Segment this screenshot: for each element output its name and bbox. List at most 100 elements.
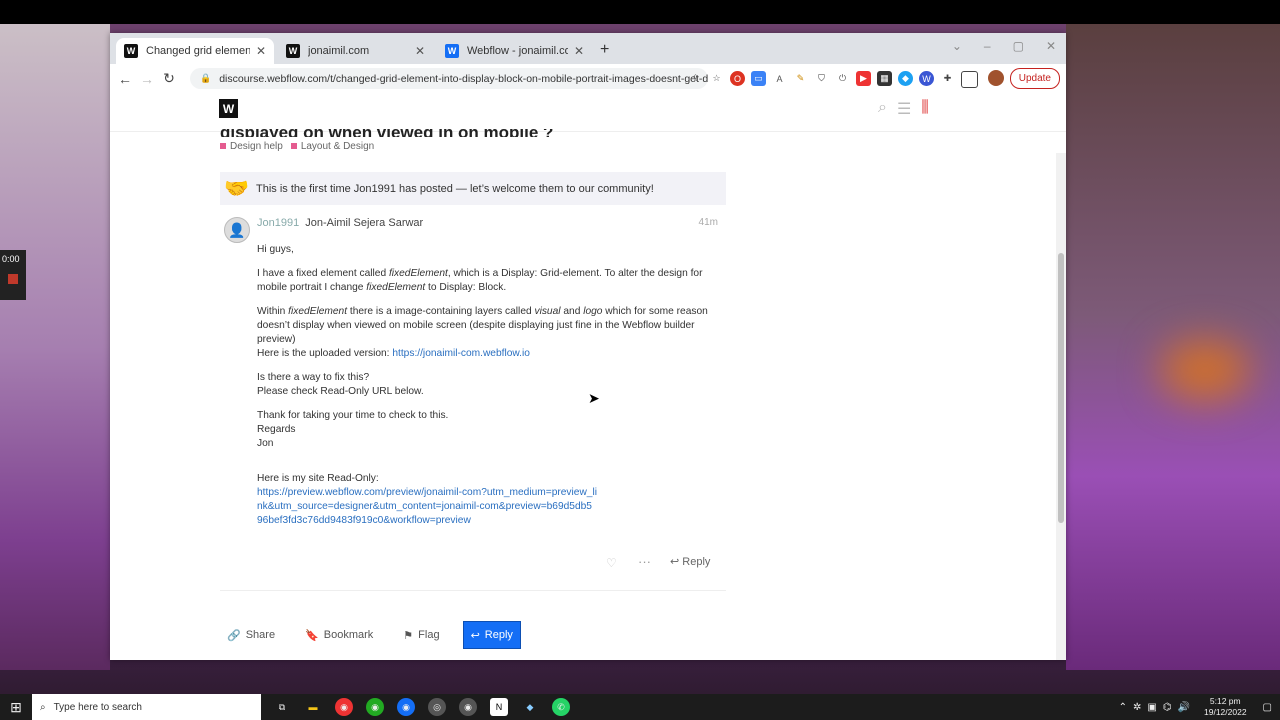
close-tab-icon[interactable]: ✕ [574,44,584,58]
more-icon[interactable]: ··· [638,554,651,569]
taskbar-search[interactable]: ⌕ Type here to search [32,694,261,720]
screen-top-bar [0,0,1280,24]
file-explorer-icon[interactable]: ▬ [304,698,322,716]
volume-icon[interactable]: 🔊 [1178,702,1190,713]
webflow-extension-icon[interactable]: W [919,71,934,86]
address-bar[interactable]: 🔒 discourse.webflow.com/t/changed-grid-e… [190,68,708,89]
tray-gear-icon[interactable]: ✲ [1133,702,1141,713]
bookmark-button[interactable]: 🔖 Bookmark [298,622,380,648]
profile-avatar[interactable] [988,70,1004,86]
grid-extension-icon[interactable]: ▦ [877,71,892,86]
window-controls: ⌄ – ▢ ✕ [952,39,1056,53]
topic-title: displayed on when viewed in on mobile ? [220,129,726,137]
wallpaper-left [0,24,110,670]
opera-extension-icon[interactable]: O [730,71,745,86]
notion-icon[interactable]: N [490,698,508,716]
shield-extension-icon[interactable]: ⛉ [814,71,829,86]
reply-button[interactable]: ↩ Reply [462,621,521,649]
close-tab-icon[interactable]: ✕ [415,44,425,58]
vertical-scrollbar[interactable] [1056,153,1066,660]
translate-extension-icon[interactable]: A [772,71,787,86]
network-icon[interactable]: ⌬ [1163,702,1172,713]
tab-webflow[interactable]: W Webflow - jonaimil.com ✕ [437,38,592,64]
share-button[interactable]: 🔗 Share [220,622,282,648]
blue-extension-icon[interactable]: ◆ [898,71,913,86]
first-post-banner: 🤝 This is the first time Jon1991 has pos… [220,172,726,205]
link-icon: 🔗 [227,629,241,642]
url-text: discourse.webflow.com/t/changed-grid-ele… [219,72,708,85]
tray-app-icon[interactable]: ▣ [1147,702,1156,713]
scrollbar-thumb[interactable] [1058,253,1064,523]
windows-start-icon[interactable]: ⊞ [0,699,32,716]
progress-bars-icon[interactable]: ⫼ [921,99,928,119]
user-avatar[interactable]: 👤 [224,217,250,243]
browser-window: W Changed grid element into Displ... ✕ W… [110,33,1066,660]
update-button[interactable]: Update [1009,68,1060,89]
system-tray: ⌃ ✲ ▣ ⌬ 🔊 5:12 pm 19/12/2022 ▢ [1119,696,1280,718]
youtube-extension-icon[interactable]: ▶ [856,71,871,86]
uploaded-version-link[interactable]: https://jonaimil-com.webflow.io [392,348,530,359]
chevron-down-icon[interactable]: ⌄ [952,39,962,53]
minimize-icon[interactable]: – [984,39,991,53]
app-icon[interactable]: ◎ [428,698,446,716]
bookmark-star-icon[interactable]: ☆ [709,71,724,86]
clock-date: 19/12/2022 [1204,707,1247,717]
forward-icon[interactable]: → [136,71,158,87]
close-window-icon[interactable]: ✕ [1046,39,1056,53]
category-list: Design help Layout & Design [220,141,726,152]
post-username[interactable]: Jon1991 [257,217,299,229]
clock[interactable]: 5:12 pm 19/12/2022 [1204,696,1247,718]
blue-app-icon[interactable]: ◉ [397,698,415,716]
browser-toolbar: ← → ↻ 🔒 discourse.webflow.com/t/changed-… [110,64,1066,94]
tab-title: Changed grid element into Displ... [146,45,250,57]
puzzle-extensions-icon[interactable]: ✚ [940,71,955,86]
notes-app-icon[interactable]: ◆ [521,698,539,716]
category-layout-design[interactable]: Layout & Design [290,141,374,152]
category-design-help[interactable]: Design help [220,141,283,152]
topic-content: displayed on when viewed in on mobile ? … [220,129,726,649]
discourse-page: W ⌕ ☰ ⫼ displayed on when viewed in on m… [110,93,1066,660]
new-tab-icon[interactable]: + [600,41,609,59]
sidebar-icon[interactable] [961,71,978,88]
post-reply-button[interactable]: ↩ Reply [670,555,710,568]
close-tab-icon[interactable]: ✕ [256,44,266,58]
post-age[interactable]: 41m [699,217,718,229]
wallpaper-right [1066,24,1280,670]
power-extension-icon[interactable]: ⏻ [835,71,850,86]
back-icon[interactable]: ← [114,71,136,87]
share-page-icon[interactable]: ⇪ [688,71,703,86]
read-only-link[interactable]: https://preview.webflow.com/preview/jona… [257,487,597,526]
chrome-profile-icon[interactable]: ◉ [459,698,477,716]
bookmark-icon: 🔖 [305,629,319,642]
chevron-up-icon[interactable]: ⌃ [1119,702,1127,713]
tab-jonaimil[interactable]: W jonaimil.com ✕ [278,38,433,64]
task-view-icon[interactable]: ⧉ [273,698,291,716]
webflow-logo[interactable]: W [219,99,238,118]
paragraph-2: Within fixedElement there is a image-con… [257,306,708,359]
webflow-favicon: W [124,44,138,58]
heart-icon[interactable]: ♡ [606,556,617,570]
search-icon[interactable]: ⌕ [878,99,887,119]
stop-recording-icon[interactable] [8,274,18,284]
hamburger-icon[interactable]: ☰ [897,99,911,119]
whatsapp-icon[interactable]: ✆ [552,698,570,716]
reply-icon: ↩ [470,629,480,642]
reload-icon[interactable]: ↻ [158,70,180,87]
maximize-icon[interactable]: ▢ [1013,39,1024,53]
green-app-icon[interactable]: ◉ [366,698,384,716]
color-picker-extension-icon[interactable]: ✎ [793,71,808,86]
site-header: W ⌕ ☰ ⫼ [110,93,1066,132]
paragraph-3: Is there a way to fix this? Please check … [257,372,424,397]
taskbar-apps: ⧉ ▬ ◉ ◉ ◉ ◎ ◉ N ◆ ✆ [273,698,570,716]
reply-icon: ↩ [670,556,683,568]
tab-title: jonaimil.com [308,45,370,57]
tab-discourse[interactable]: W Changed grid element into Displ... ✕ [116,38,274,64]
post-meta: Jon1991 Jon-Aimil Sejera Sarwar 41m [257,217,726,229]
paragraph-4: Thank for taking your time to check to t… [257,410,449,449]
notifications-icon[interactable]: ▢ [1263,702,1272,713]
zoom-extension-icon[interactable]: ▭ [751,71,766,86]
topic-footer-actions: 🔗 Share 🔖 Bookmark ⚑ Flag ↩ Reply [220,621,726,649]
chrome-icon[interactable]: ◉ [335,698,353,716]
flag-button[interactable]: ⚑ Flag [396,622,446,648]
recording-widget[interactable]: 0:00 [0,250,26,300]
